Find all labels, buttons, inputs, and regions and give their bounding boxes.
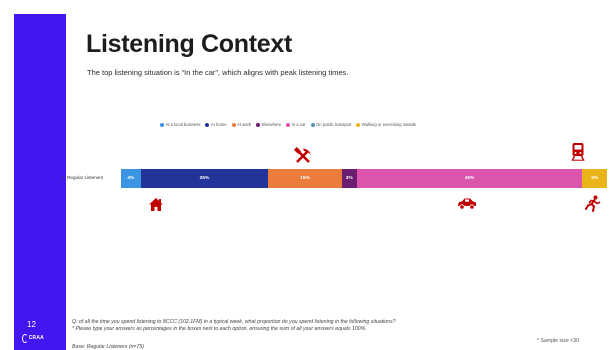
legend-label: At work (237, 122, 251, 127)
slide-subtitle: The top listening situation is “In the c… (87, 68, 349, 77)
legend-item: At work (231, 122, 251, 127)
logo-text: CRAA (28, 335, 44, 341)
legend-swatch (205, 122, 210, 127)
bar-segment: 5% (582, 169, 607, 188)
base-note: Base: Regular Listeners (n=75) (72, 344, 144, 350)
legend-swatch (160, 122, 164, 127)
hammer-pick-icon (294, 147, 311, 163)
data-label: 3% (345, 176, 353, 181)
bar-segment: 46% (356, 169, 583, 188)
legend-label: Elsewhere (261, 122, 282, 127)
data-label: 15% (300, 176, 310, 181)
sample-size-note: * Sample size <30 (537, 338, 579, 344)
survey-question: Q: of all the time you spend listening t… (72, 319, 542, 333)
running-person-icon (585, 195, 601, 212)
bar-segment: 26% (140, 169, 269, 188)
legend-swatch (256, 122, 260, 127)
legend-item: In a car (286, 122, 306, 127)
legend-label: At home (210, 122, 227, 127)
legend-swatch (286, 122, 291, 127)
data-label: 5% (591, 176, 599, 181)
data-label: 46% (464, 176, 475, 181)
category-label: 1. Regular Listeners (62, 175, 104, 180)
bar-segment: 3% (341, 169, 357, 188)
legend-item: Elsewhere (256, 122, 281, 127)
legend-label: At a local business (165, 122, 201, 127)
legend-swatch (231, 122, 236, 127)
house-icon (149, 198, 163, 211)
question-text: Q: of all the time you spend listening t… (72, 319, 396, 325)
logo-mark-icon (22, 333, 28, 343)
bar-segment: 15% (268, 169, 342, 188)
train-icon (571, 143, 585, 161)
question-instruction: * Please type your answers as percentage… (72, 326, 367, 332)
bar-segment: 4% (121, 169, 141, 188)
legend-item: On public transport (310, 122, 352, 127)
legend-item: At home (205, 122, 227, 127)
legend-item: At a local business (160, 122, 200, 127)
page-number: 12 (27, 320, 36, 329)
data-label: 26% (199, 176, 210, 181)
car-icon (458, 198, 476, 210)
logo: CRAA (22, 331, 44, 345)
brand-sidebar (14, 14, 66, 350)
slide-title: Listening Context (86, 30, 293, 58)
legend-label: Walking or exercising outside (361, 122, 417, 127)
legend-item: Walking or exercising outside (356, 122, 416, 127)
stacked-bar: 4% 26% 15% 3% 46% 5% (121, 169, 607, 188)
chart-legend: At a local business At home At work Elsewhe… (160, 122, 416, 127)
legend-label: In a car (291, 122, 306, 127)
legend-swatch (356, 122, 361, 127)
legend-label: On public transport (316, 122, 352, 127)
slide: 12 CRAA Listening Context The top listen… (0, 0, 611, 350)
legend-swatch (310, 122, 315, 127)
data-label: 4% (127, 176, 135, 181)
